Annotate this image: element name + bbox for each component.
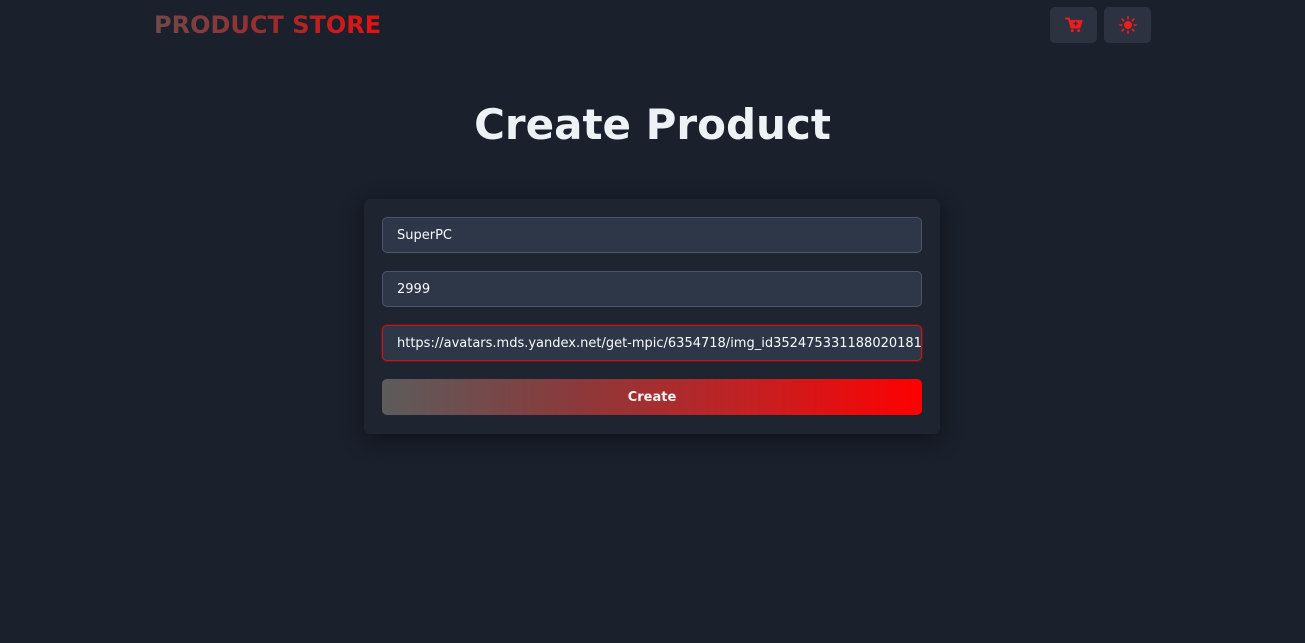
create-product-form: SuperPC 2999 https://avatars.mds.yandex.… [364, 199, 940, 434]
create-button[interactable]: Create [382, 379, 922, 415]
nav-actions [1050, 7, 1151, 43]
create-product-button[interactable] [1050, 7, 1097, 43]
cart-plus-icon [1064, 17, 1083, 33]
brand-logo[interactable]: PRODUCT STORE [154, 7, 381, 43]
page-title: Create Product [474, 100, 831, 149]
product-name-input[interactable]: SuperPC [382, 217, 922, 253]
sun-icon [1118, 16, 1137, 34]
theme-toggle-button[interactable] [1104, 7, 1151, 43]
product-price-input[interactable]: 2999 [382, 271, 922, 307]
product-image-url-input[interactable]: https://avatars.mds.yandex.net/get-mpic/… [382, 325, 922, 361]
navbar: PRODUCT STORE [154, 7, 1151, 43]
